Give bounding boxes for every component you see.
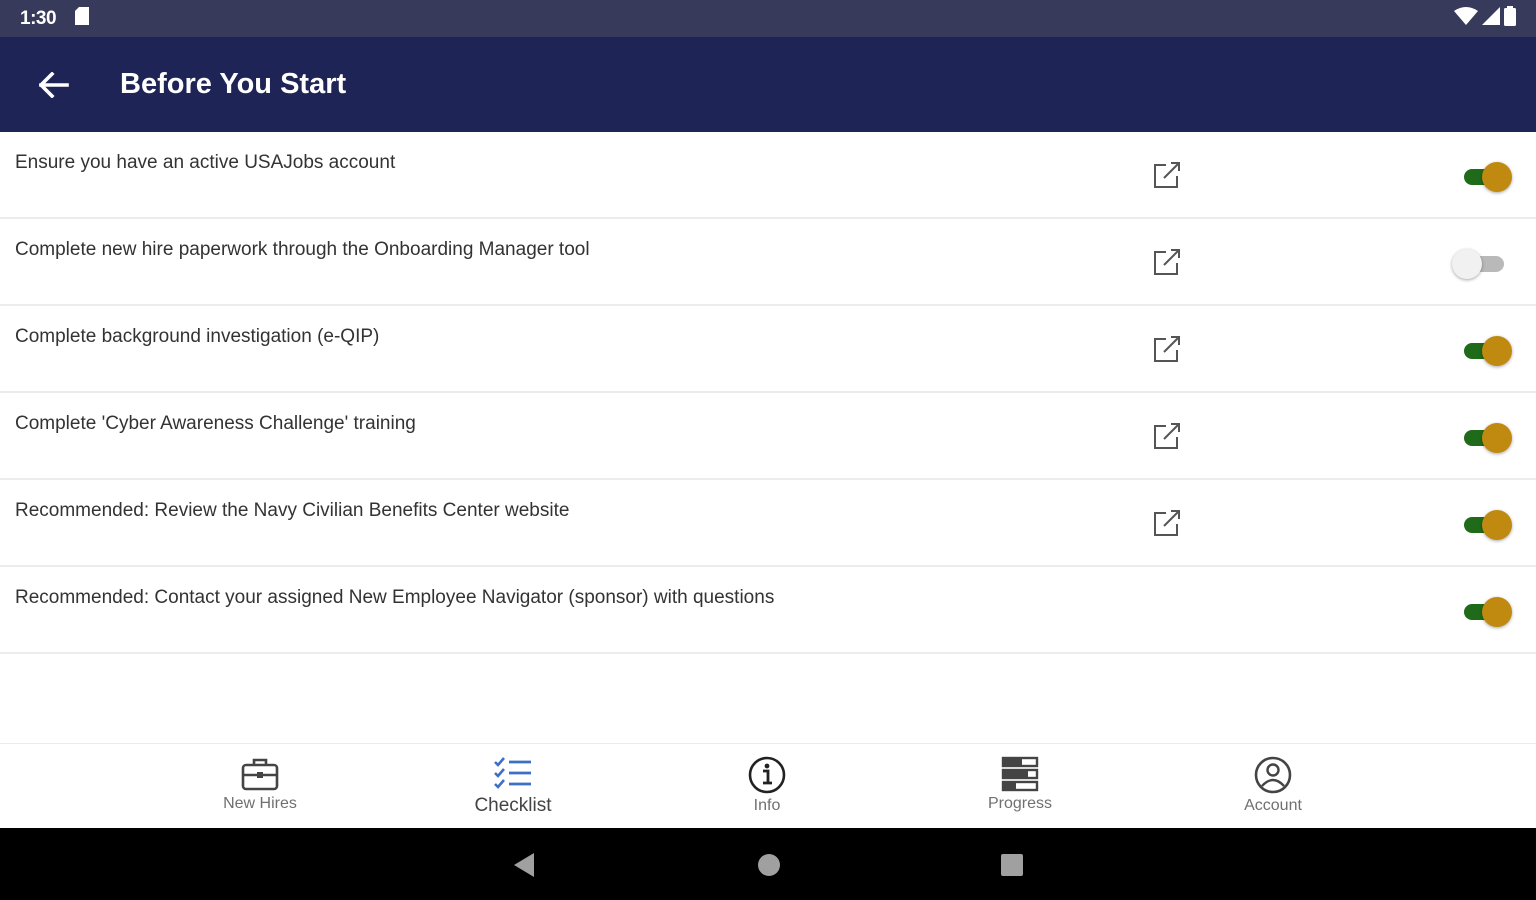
sd-card-icon — [74, 7, 90, 30]
system-home-button[interactable] — [754, 850, 784, 880]
account-icon — [1254, 756, 1292, 794]
checklist-item-navigator: Recommended: Contact your assigned New E… — [0, 567, 1536, 654]
completion-toggle[interactable] — [1452, 247, 1514, 279]
circle-home-icon — [758, 854, 780, 876]
checklist-item-label: Complete new hire paperwork through the … — [15, 239, 590, 260]
checklist-item-label: Complete 'Cyber Awareness Challenge' tra… — [15, 413, 416, 434]
back-button[interactable] — [24, 55, 84, 115]
wifi-icon — [1454, 7, 1478, 30]
nav-label: Info — [753, 797, 781, 814]
signal-icon — [1482, 7, 1500, 30]
checklist: Ensure you have an active USAJobs accoun… — [0, 132, 1536, 654]
nav-checklist[interactable]: Checklist — [438, 752, 588, 824]
info-icon — [748, 756, 786, 794]
system-navigation-bar — [0, 828, 1536, 900]
nav-progress[interactable]: Progress — [945, 752, 1095, 824]
checklist-icon — [494, 757, 531, 789]
square-recents-icon — [1001, 854, 1023, 876]
external-link-icon[interactable] — [1150, 506, 1184, 540]
completion-toggle[interactable] — [1460, 508, 1514, 540]
checklist-item-paperwork: Complete new hire paperwork through the … — [0, 219, 1536, 306]
nav-label: New Hires — [223, 795, 297, 812]
triangle-back-icon — [514, 853, 534, 877]
checklist-item-benefits: Recommended: Review the Navy Civilian Be… — [0, 480, 1536, 567]
external-link-icon[interactable] — [1150, 245, 1184, 279]
page-title: Before You Start — [120, 68, 347, 100]
external-link-icon[interactable] — [1150, 419, 1184, 453]
app-bar: Before You Start — [0, 37, 1536, 132]
nav-info[interactable]: Info — [692, 752, 842, 824]
checklist-item-label: Recommended: Contact your assigned New E… — [15, 587, 775, 608]
system-back-button[interactable] — [510, 850, 540, 880]
nav-account[interactable]: Account — [1198, 752, 1348, 824]
external-link-icon[interactable] — [1150, 332, 1184, 366]
nav-label: Account — [1244, 797, 1302, 814]
checklist-item-label: Recommended: Review the Navy Civilian Be… — [15, 500, 570, 521]
status-icons — [1454, 6, 1516, 31]
checklist-item-background: Complete background investigation (e-QIP… — [0, 306, 1536, 393]
nav-new-hires[interactable]: New Hires — [185, 752, 335, 824]
checklist-item-cyber: Complete 'Cyber Awareness Challenge' tra… — [0, 393, 1536, 480]
battery-icon — [1504, 6, 1516, 31]
arrow-back-icon — [39, 71, 69, 98]
checklist-item-label: Ensure you have an active USAJobs accoun… — [15, 152, 396, 173]
completion-toggle[interactable] — [1460, 160, 1514, 192]
completion-toggle[interactable] — [1460, 334, 1514, 366]
checklist-item-label: Complete background investigation (e-QIP… — [15, 326, 380, 347]
status-bar: 1:30 — [0, 0, 1536, 37]
completion-toggle[interactable] — [1460, 421, 1514, 453]
checklist-item-usajobs: Ensure you have an active USAJobs accoun… — [0, 132, 1536, 219]
status-time: 1:30 — [20, 7, 57, 29]
nav-label: Progress — [987, 795, 1053, 812]
progress-icon — [1001, 756, 1039, 792]
briefcase-icon — [241, 758, 279, 791]
bottom-navigation: New Hires Checklist Info Progress Accoun… — [0, 743, 1536, 828]
nav-label: Checklist — [474, 795, 552, 816]
completion-toggle[interactable] — [1460, 595, 1514, 627]
external-link-icon[interactable] — [1150, 158, 1184, 192]
system-recents-button[interactable] — [997, 850, 1027, 880]
